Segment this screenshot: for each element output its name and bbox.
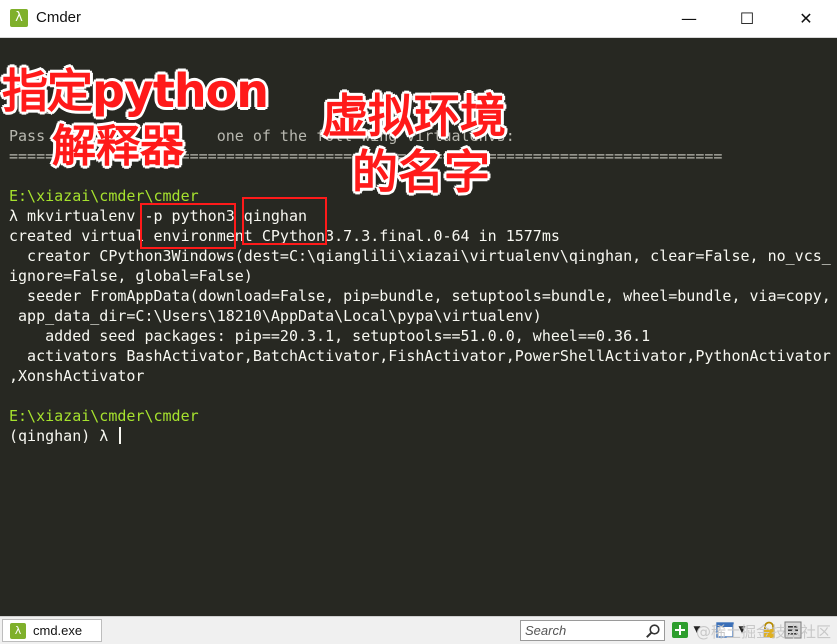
terminal-prompt-line[interactable]: (qinghan) λ [9, 426, 122, 446]
terminal-line: seeder FromAppData(download=False, pip=b… [9, 287, 831, 305]
minimize-button[interactable]: — [660, 0, 718, 38]
highlight-box-python-flag [140, 203, 236, 249]
terminal-line: ignore=False, global=False) [9, 267, 253, 285]
cmder-lambda-icon: λ [10, 9, 28, 27]
close-button[interactable]: ✕ [777, 0, 835, 38]
text-cursor [119, 427, 122, 444]
maximize-button[interactable]: ☐ [718, 0, 776, 38]
tab-label: cmd.exe [33, 623, 83, 638]
title-bar: λ Cmder — ☐ ✕ [0, 0, 837, 38]
terminal-line: ,XonshActivator [9, 367, 145, 385]
search-icon[interactable] [645, 623, 661, 639]
annotation-interpreter-line2: 解释器 [52, 121, 184, 172]
search-input[interactable] [523, 622, 643, 639]
terminal-line: creator CPython3Windows(dest=C:\qianglil… [9, 247, 831, 265]
annotation-venv-name-line2: 的名字 [352, 145, 490, 199]
search-box[interactable] [520, 620, 665, 641]
terminal-prompt: (qinghan) λ [9, 427, 118, 445]
highlight-box-venv-name [242, 197, 327, 245]
terminal-line: E:\xiazai\cmder\cmder [9, 407, 199, 425]
status-bar: λ cmd.exe ▼ ▼ @稀土掘金技术社区 [0, 616, 837, 644]
terminal-line: activators BashActivator,BatchActivator,… [9, 347, 831, 365]
terminal-line: app_data_dir=C:\Users\18210\AppData\Loca… [9, 307, 542, 325]
new-console-icon[interactable] [671, 621, 689, 639]
cmder-lambda-icon: λ [10, 623, 26, 639]
window-title: Cmder [36, 9, 82, 26]
tab-cmd[interactable]: λ cmd.exe [2, 619, 102, 642]
terminal-line: added seed packages: pip==20.3.1, setupt… [9, 327, 651, 345]
watermark: @稀土掘金技术社区 [695, 623, 831, 641]
